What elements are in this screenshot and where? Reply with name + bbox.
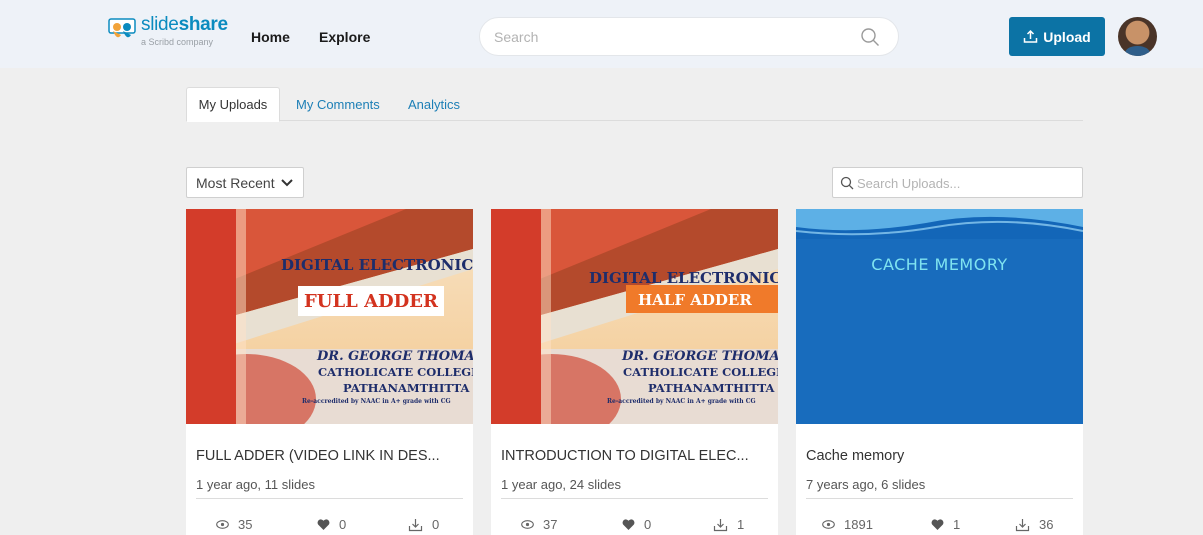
downloads-stat: 36 — [1015, 517, 1053, 532]
card-meta: 7 years ago, 6 slides — [806, 477, 926, 492]
upload-button[interactable]: Upload — [1009, 17, 1105, 56]
eye-icon — [521, 520, 534, 529]
downloads-stat: 0 — [408, 517, 439, 532]
downloads-count: 36 — [1039, 517, 1054, 532]
views-count: 1891 — [844, 517, 873, 532]
slideshare-logo-icon — [108, 18, 136, 38]
views-stat: 1891 — [822, 517, 873, 532]
likes-count: 0 — [339, 517, 347, 532]
upload-card: DIGITAL ELECTRONIC HALF ADDER DR. GEORGE… — [491, 209, 778, 535]
likes-count: 1 — [953, 517, 961, 532]
eye-icon — [216, 520, 229, 529]
search-icon[interactable] — [860, 27, 880, 47]
thumbnail-subheading: HALF ADDER — [638, 291, 752, 309]
upload-card: DIGITAL ELECTRONICS FULL ADDER DR. GEORG… — [186, 209, 473, 535]
thumbnail-heading: CACHE MEMORY — [871, 255, 1008, 274]
chevron-down-icon — [280, 178, 293, 186]
thumbnail-college: CATHOLICATE COLLEGE — [318, 365, 473, 379]
thumbnail-author: DR. GEORGE THOMAS — [622, 349, 778, 364]
card-divider — [196, 498, 463, 499]
top-navbar: slideshare a Scribd company Home Explore… — [0, 0, 1203, 68]
logo-tagline: a Scribd company — [141, 37, 214, 47]
download-icon — [713, 518, 728, 531]
sort-dropdown[interactable]: Most Recent — [186, 167, 304, 198]
upload-label: Upload — [1043, 28, 1091, 45]
nav-explore[interactable]: Explore — [319, 29, 370, 45]
thumbnail-subheading: FULL ADDER — [304, 290, 438, 312]
search-uploads-input[interactable] — [857, 174, 1072, 192]
download-icon — [408, 518, 423, 531]
thumbnail-heading: DIGITAL ELECTRONICS — [281, 256, 473, 274]
downloads-count: 0 — [432, 517, 440, 532]
views-stat: 35 — [216, 517, 252, 532]
views-count: 37 — [543, 517, 558, 532]
sort-selected-value: Most Recent — [196, 174, 275, 191]
nav-home[interactable]: Home — [251, 29, 290, 45]
search-input[interactable] — [494, 27, 844, 47]
upload-card: CACHE MEMORY Cache memory 7 years ago, 6… — [796, 209, 1083, 535]
thumbnail-note: Re-accredited by NAAC in A+ grade with C… — [607, 398, 756, 405]
search-icon — [840, 176, 854, 190]
likes-stat: 0 — [317, 517, 346, 532]
upload-tabs: My Uploads My Comments Analytics — [186, 87, 1083, 122]
thumbnail-college: CATHOLICATE COLLEGE — [623, 365, 778, 379]
upload-icon — [1024, 29, 1038, 43]
card-title[interactable]: Cache memory — [806, 448, 1074, 464]
global-search — [479, 17, 899, 56]
card-meta: 1 year ago, 24 slides — [501, 477, 621, 492]
slide-thumbnail[interactable]: DIGITAL ELECTRONICS FULL ADDER DR. GEORG… — [186, 209, 473, 424]
card-meta: 1 year ago, 11 slides — [196, 477, 315, 492]
tab-analytics[interactable]: Analytics — [408, 87, 460, 121]
slideshare-logo[interactable]: slideshare a Scribd company — [108, 14, 228, 54]
user-avatar[interactable] — [1118, 17, 1157, 56]
thumbnail-note: Re-accredited by NAAC in A+ grade with C… — [302, 398, 451, 405]
heart-icon — [622, 518, 635, 530]
slide-thumbnail[interactable]: CACHE MEMORY — [796, 209, 1083, 424]
downloads-count: 1 — [737, 517, 745, 532]
heart-icon — [931, 518, 944, 530]
views-stat: 37 — [521, 517, 557, 532]
likes-count: 0 — [644, 517, 652, 532]
thumbnail-author: DR. GEORGE THOMAS — [317, 349, 473, 364]
card-title[interactable]: INTRODUCTION TO DIGITAL ELEC... — [501, 448, 769, 464]
thumbnail-place: PATHANAMTHITTA — [648, 381, 775, 395]
card-divider — [806, 498, 1073, 499]
likes-stat: 1 — [931, 517, 960, 532]
tab-my-uploads[interactable]: My Uploads — [186, 87, 280, 122]
download-icon — [1015, 518, 1030, 531]
eye-icon — [822, 520, 835, 529]
downloads-stat: 1 — [713, 517, 744, 532]
thumbnail-heading: DIGITAL ELECTRONIC — [589, 269, 778, 287]
tab-my-comments[interactable]: My Comments — [296, 87, 380, 121]
thumbnail-subheading-box: FULL ADDER — [298, 286, 444, 316]
logo-wordmark: slideshare — [141, 14, 228, 35]
card-title[interactable]: FULL ADDER (VIDEO LINK IN DES... — [196, 448, 464, 464]
thumbnail-place: PATHANAMTHITTA — [343, 381, 470, 395]
slide-thumbnail[interactable]: DIGITAL ELECTRONIC HALF ADDER DR. GEORGE… — [491, 209, 778, 424]
search-uploads — [832, 167, 1083, 198]
heart-icon — [317, 518, 330, 530]
card-divider — [501, 498, 768, 499]
likes-stat: 0 — [622, 517, 651, 532]
views-count: 35 — [238, 517, 253, 532]
